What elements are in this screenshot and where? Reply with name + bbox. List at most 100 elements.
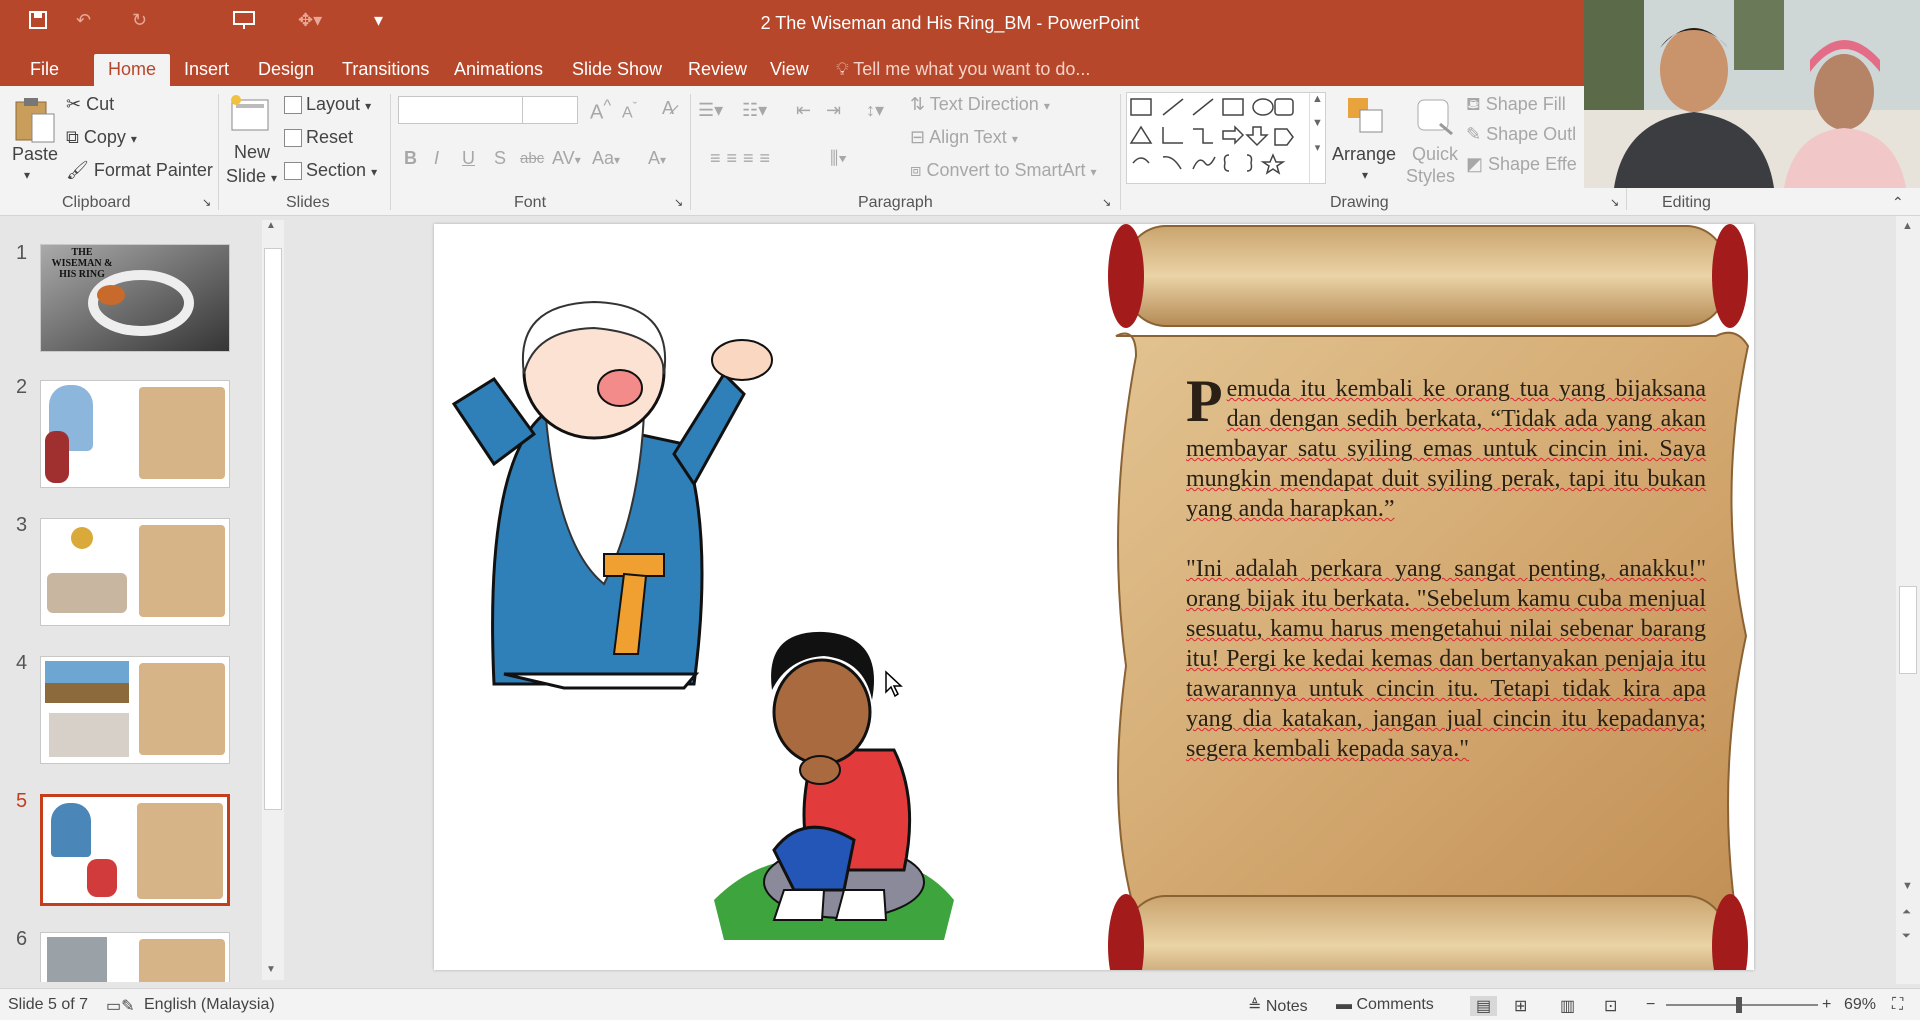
align-text-button[interactable]: ⊟ Align Text ▾ [910, 127, 1018, 148]
tab-slide-show[interactable]: Slide Show [558, 54, 676, 86]
paragraph-1: Pemuda itu kembali ke orang tua yang bij… [1186, 371, 1706, 524]
font-launcher-icon[interactable]: ↘ [674, 196, 683, 209]
underline-button[interactable]: U [462, 148, 475, 169]
character-spacing-button[interactable]: AV▾ [552, 148, 581, 169]
boy-illustration[interactable] [704, 620, 964, 940]
tab-file[interactable]: File [16, 54, 73, 86]
line-spacing-icon[interactable]: ↕▾ [866, 100, 884, 121]
scroll-up-icon[interactable]: ▲ [1902, 220, 1913, 232]
next-slide-icon[interactable]: ⏷ [1902, 930, 1911, 943]
change-case-button[interactable]: Aa▾ [592, 148, 620, 169]
bullets-icon[interactable]: ☰▾ [698, 100, 723, 121]
columns-icon[interactable]: ⫼▾ [830, 148, 847, 169]
quick-styles-label-2[interactable]: Styles [1406, 166, 1455, 187]
paste-button[interactable]: Paste [12, 144, 58, 165]
numbering-icon[interactable]: ☷▾ [742, 100, 767, 121]
thumb-figure [49, 713, 129, 757]
zoom-in-icon[interactable]: + [1822, 996, 1831, 1014]
zoom-out-icon[interactable]: − [1646, 996, 1655, 1014]
increase-indent-icon[interactable]: ⇥ [826, 100, 841, 121]
bold-button[interactable]: B [404, 148, 417, 169]
reset-button[interactable]: Reset [284, 127, 353, 148]
tab-design[interactable]: Design [244, 54, 328, 86]
section-button[interactable]: Section ▾ [284, 160, 377, 181]
font-size-combo[interactable] [522, 96, 578, 124]
scroll-down-icon[interactable]: ▼ [1902, 880, 1913, 892]
strikethrough-button[interactable]: abc [520, 150, 544, 167]
tell-me-search[interactable]: 💡︎ Tell me what you want to do... [836, 54, 1090, 84]
collapse-ribbon-icon[interactable]: ⌃ [1892, 194, 1904, 211]
thumbnail-scroll-thumb[interactable] [264, 248, 282, 810]
fit-to-window-icon[interactable]: ⛶ [1892, 996, 1903, 1014]
font-name-combo[interactable] [398, 96, 524, 124]
slide-thumbnail-6[interactable] [40, 932, 230, 982]
text-shadow-button[interactable]: S [494, 148, 506, 169]
smartart-icon: ⧈ [910, 160, 927, 180]
copy-button[interactable]: ⧉ Copy ▾ [66, 127, 137, 148]
font-color-button[interactable]: A▾ [648, 148, 666, 169]
decrease-indent-icon[interactable]: ⇤ [796, 100, 811, 121]
previous-slide-icon[interactable]: ⏶ [1902, 906, 1911, 919]
shape-effects-button[interactable]: ◩ Shape Effe [1466, 154, 1577, 175]
tab-review[interactable]: Review [674, 54, 761, 86]
slide-thumbnail-4[interactable] [40, 656, 230, 764]
new-slide-label-2[interactable]: Slide ▾ [226, 166, 277, 187]
zoom-level[interactable]: 69% [1844, 996, 1876, 1014]
language[interactable]: English (Malaysia) [144, 996, 275, 1014]
new-slide-icon[interactable] [228, 94, 272, 138]
arrange-button[interactable]: Arrange [1332, 144, 1396, 165]
paste-dropdown-icon[interactable]: ▾ [24, 168, 30, 182]
shape-outline-button[interactable]: ✎ Shape Outl [1466, 124, 1576, 145]
slide-thumbnail-1[interactable]: THE WISEMAN & HIS RING [40, 244, 230, 352]
paragraph-2: "Ini adalah perkara yang sangat penting,… [1186, 556, 1706, 762]
thumbnail-scrollbar[interactable]: ▲ ▼ [262, 220, 284, 980]
paste-icon[interactable] [12, 94, 56, 144]
shapes-gallery[interactable]: ▲ ▼ ▾ [1126, 92, 1326, 184]
notes-button[interactable]: ≜ Notes [1248, 996, 1308, 1016]
tab-home[interactable]: Home [94, 54, 171, 86]
scroll-text-box[interactable]: Pemuda itu kembali ke orang tua yang bij… [1186, 371, 1706, 794]
spell-check-icon[interactable]: ▭✎ [106, 996, 135, 1016]
grow-font-icon[interactable]: A^ [590, 96, 611, 125]
tab-transitions[interactable]: Transitions [328, 54, 443, 86]
new-slide-label-1[interactable]: New [234, 142, 270, 163]
arrange-dropdown-icon[interactable]: ▾ [1362, 168, 1368, 182]
slide-thumbnail-3[interactable] [40, 518, 230, 626]
paragraph-1-text: emuda itu kembali ke orang tua yang bija… [1186, 376, 1706, 522]
comments-button[interactable]: ▬ Comments [1336, 996, 1434, 1014]
shrink-font-icon[interactable]: Aˇ [622, 99, 637, 122]
arrange-icon[interactable] [1344, 94, 1388, 138]
slide-thumbnail-5[interactable] [40, 794, 230, 906]
editor-scrollbar[interactable]: ▲ ▼ ⏶ ⏷ [1896, 216, 1920, 984]
tab-insert[interactable]: Insert [170, 54, 243, 86]
normal-view-icon[interactable]: ▤ [1470, 996, 1498, 1016]
shape-fill-button[interactable]: ⛾ Shape Fill [1466, 94, 1566, 118]
cut-button[interactable]: ✂ Cut [66, 94, 114, 115]
italic-button[interactable]: I [434, 148, 439, 169]
quick-styles-label-1[interactable]: Quick [1412, 144, 1458, 165]
layout-button[interactable]: Layout ▾ [284, 94, 371, 115]
clear-formatting-icon[interactable]: A̷ [662, 98, 674, 119]
slide-sorter-icon[interactable]: ⊞ [1514, 996, 1527, 1016]
convert-smartart-button[interactable]: ⧈ Convert to SmartArt ▾ [910, 160, 1097, 181]
slide-thumbnail-2[interactable] [40, 380, 230, 488]
quick-styles-icon[interactable] [1412, 94, 1456, 138]
alignment-icons[interactable]: ≡≡≡≡ [710, 148, 776, 169]
text-direction-button[interactable]: ⇅ Text Direction ▾ [910, 94, 1050, 115]
paragraph-launcher-icon[interactable]: ↘ [1102, 196, 1111, 209]
format-painter-button[interactable]: 🖌︎ Format Painter [66, 160, 213, 181]
drawing-launcher-icon[interactable]: ↘ [1610, 196, 1619, 209]
reading-view-icon[interactable]: ▥ [1560, 996, 1575, 1016]
tab-view[interactable]: View [756, 54, 823, 86]
shapes-gallery-scroll[interactable]: ▲ ▼ ▾ [1309, 93, 1325, 183]
zoom-slider-thumb[interactable] [1736, 997, 1742, 1013]
scroll-up-icon[interactable]: ▲ [266, 220, 276, 231]
clipboard-launcher-icon[interactable]: ↘ [202, 196, 211, 209]
editor-scroll-thumb[interactable] [1899, 586, 1917, 674]
zoom-slider[interactable] [1666, 997, 1818, 1013]
slide-canvas[interactable]: Pemuda itu kembali ke orang tua yang bij… [434, 224, 1754, 970]
tab-animations[interactable]: Animations [440, 54, 557, 86]
thumb-1-title: THE WISEMAN & HIS RING [51, 247, 113, 280]
scroll-down-icon[interactable]: ▼ [266, 964, 276, 975]
slide-show-view-icon[interactable]: ⊡ [1604, 996, 1617, 1016]
